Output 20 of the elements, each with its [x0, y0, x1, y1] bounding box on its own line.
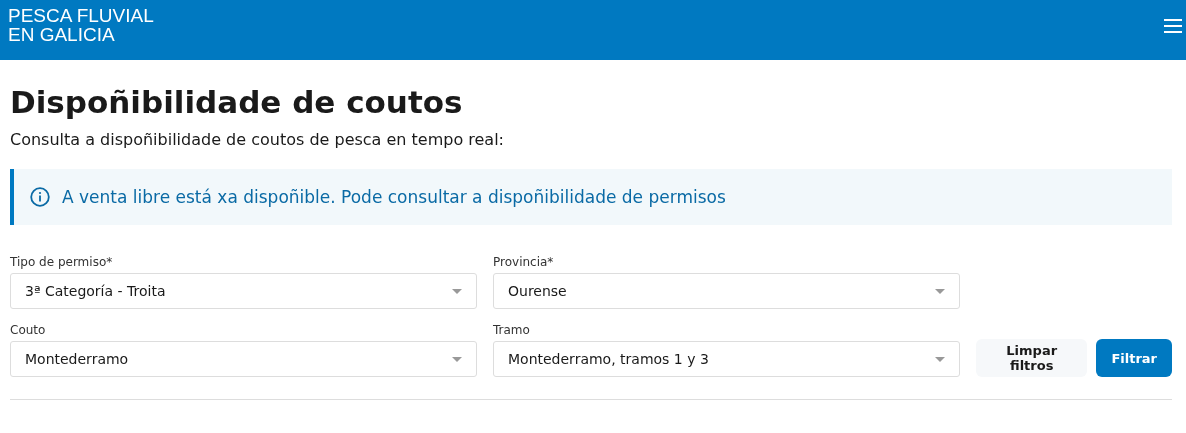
field-label: Tipo de permiso*: [10, 255, 114, 269]
page-subtitle: Consulta a dispoñibilidade de coutos de pesca en tempo real:: [10, 130, 505, 149]
select-field[interactable]: Montederramo, tramos 1 y 3: [493, 341, 960, 377]
alert-text: A venta libre está xa dispoñible. Pode consultar a dispoñibilidade de permisos: [62, 187, 726, 207]
logo[interactable]: PESCA FLUVIAL EN GALICIA: [8, 0, 154, 44]
select-field[interactable]: 3ª Categoría - Troita: [10, 273, 477, 309]
select-field[interactable]: Ourense: [493, 273, 960, 309]
menu-icon[interactable]: [1163, 17, 1183, 35]
filter-button[interactable]: Filtrar: [1096, 339, 1172, 377]
caret-icon: [935, 356, 945, 362]
field-label: Couto: [10, 323, 47, 337]
field-label: Provincia*: [493, 255, 555, 269]
page-title: Dispoñibilidade de coutos: [10, 83, 464, 122]
caret-icon: [452, 356, 462, 362]
field-label: Tramo: [493, 323, 531, 337]
info-icon: [30, 187, 50, 207]
caret-icon: [452, 288, 462, 294]
caret-icon: [935, 288, 945, 294]
select-field[interactable]: Montederramo: [10, 341, 477, 377]
clear-filters-button[interactable]: Limpar filtros: [976, 339, 1088, 377]
